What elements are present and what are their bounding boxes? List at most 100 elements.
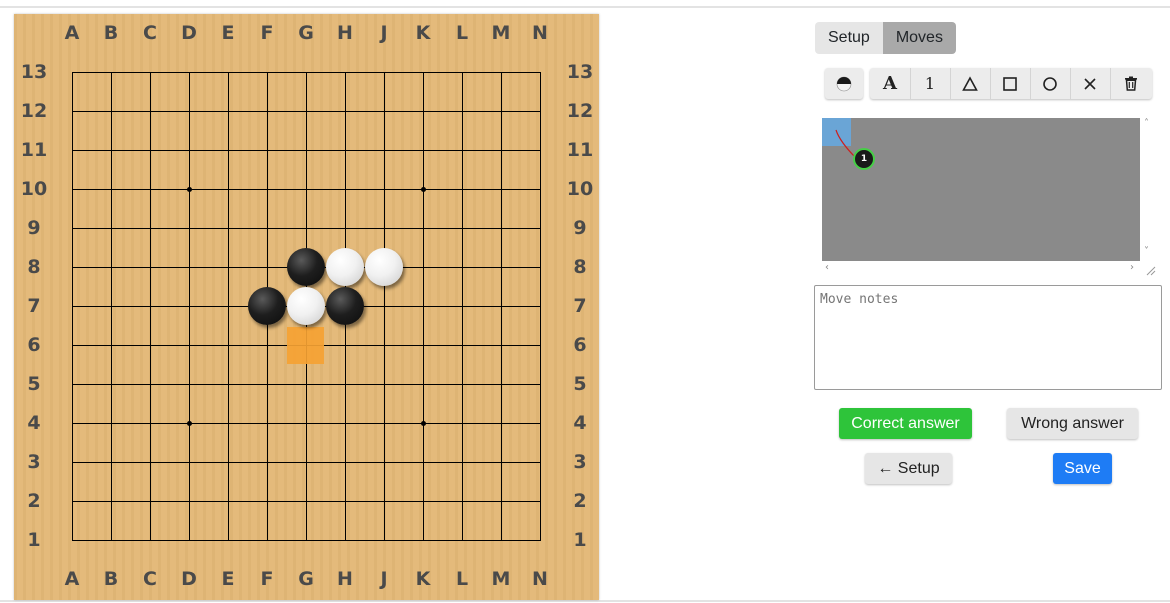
- tree-branch-line: [835, 129, 857, 159]
- black-stone[interactable]: [287, 248, 325, 286]
- column-label-top: D: [181, 22, 197, 44]
- white-stone[interactable]: [365, 248, 403, 286]
- grid-line-horizontal: [72, 384, 541, 385]
- row-label-right: 11: [566, 139, 594, 161]
- column-label-top: J: [380, 22, 388, 44]
- row-label-right: 8: [573, 256, 587, 278]
- number-label-tool[interactable]: 1: [910, 68, 950, 99]
- row-label-left: 9: [27, 217, 41, 239]
- row-label-left: 13: [20, 61, 48, 83]
- column-label-bottom: E: [221, 568, 235, 590]
- row-label-right: 9: [573, 217, 587, 239]
- row-label-right: 10: [566, 178, 594, 200]
- tab-moves[interactable]: Moves: [882, 22, 956, 54]
- column-label-top: L: [455, 22, 469, 44]
- column-label-bottom: J: [380, 568, 388, 590]
- row-label-left: 12: [20, 100, 48, 122]
- triangle-tool[interactable]: [950, 68, 990, 99]
- wrong-answer-button[interactable]: Wrong answer: [1007, 408, 1138, 439]
- column-label-top: A: [64, 22, 80, 44]
- trash-icon: [1125, 76, 1137, 91]
- row-label-left: 1: [27, 529, 41, 551]
- move-tree[interactable]: 1: [822, 118, 1140, 261]
- star-point: [187, 187, 192, 192]
- grid-line-vertical: [384, 72, 385, 541]
- grid-line-vertical: [540, 72, 541, 541]
- column-label-top: C: [143, 22, 157, 44]
- star-point: [421, 421, 426, 426]
- column-label-top: H: [337, 22, 353, 44]
- column-label-top: G: [298, 22, 314, 44]
- column-label-bottom: L: [455, 568, 469, 590]
- tree-scroll-down-icon[interactable]: ˅: [1144, 246, 1149, 257]
- column-label-bottom: C: [143, 568, 157, 590]
- delete-tool[interactable]: [1111, 68, 1151, 99]
- grid-line-horizontal: [72, 540, 541, 541]
- tab-setup[interactable]: Setup: [815, 22, 883, 54]
- circle-tool[interactable]: [1030, 68, 1070, 99]
- row-label-right: 1: [573, 529, 587, 551]
- white-stone[interactable]: [287, 287, 325, 325]
- black-stone[interactable]: [326, 287, 364, 325]
- annotation-toolbar: A 1: [870, 68, 1152, 99]
- row-label-left: 5: [27, 373, 41, 395]
- column-label-top: N: [532, 22, 548, 44]
- row-label-left: 7: [27, 295, 41, 317]
- grid-line-horizontal: [72, 501, 541, 502]
- column-label-bottom: A: [64, 568, 80, 590]
- tree-scroll-up-icon[interactable]: ˄: [1144, 118, 1149, 129]
- number-label-text: 1: [924, 74, 936, 93]
- column-label-bottom: N: [532, 568, 548, 590]
- row-label-left: 8: [27, 256, 41, 278]
- tree-move-node[interactable]: 1: [853, 148, 875, 170]
- circle-icon: [1043, 76, 1057, 91]
- row-label-right: 13: [566, 61, 594, 83]
- column-label-bottom: M: [491, 568, 511, 590]
- star-point: [421, 187, 426, 192]
- grid-line-vertical: [462, 72, 463, 541]
- white-stone[interactable]: [326, 248, 364, 286]
- tree-scroll-right-icon[interactable]: ›: [1130, 262, 1134, 273]
- move-notes-input[interactable]: [814, 285, 1162, 390]
- letter-label-tool[interactable]: A: [870, 68, 910, 99]
- row-label-right: 4: [573, 412, 587, 434]
- column-label-top: K: [415, 22, 431, 44]
- letter-label-text: A: [883, 73, 897, 94]
- top-divider: [0, 6, 1170, 8]
- star-point: [187, 421, 192, 426]
- last-move-highlight: [287, 327, 324, 364]
- row-label-left: 11: [20, 139, 48, 161]
- grid-line-horizontal: [72, 423, 541, 424]
- row-label-right: 7: [573, 295, 587, 317]
- column-label-bottom: B: [103, 568, 119, 590]
- column-label-bottom: H: [337, 568, 353, 590]
- column-label-top: M: [491, 22, 511, 44]
- column-label-bottom: K: [415, 568, 431, 590]
- square-icon: [1003, 76, 1017, 91]
- row-label-left: 10: [20, 178, 48, 200]
- resize-grip-icon[interactable]: [1144, 264, 1156, 276]
- column-label-bottom: G: [298, 568, 314, 590]
- cross-icon: [1084, 77, 1096, 90]
- stone-color-toggle-button[interactable]: [825, 68, 863, 99]
- go-board[interactable]: A A B B C C D D E E F F G G H H J J K K L L M M N N 13 13 12 12 11 11 10…: [14, 14, 599, 600]
- correct-answer-button[interactable]: Correct answer: [839, 408, 972, 439]
- row-label-right: 3: [573, 451, 587, 473]
- back-to-setup-button[interactable]: ← Setup: [865, 453, 952, 484]
- column-label-top: B: [103, 22, 119, 44]
- grid-line-vertical: [423, 72, 424, 541]
- row-label-right: 5: [573, 373, 587, 395]
- black-stone[interactable]: [248, 287, 286, 325]
- row-label-left: 4: [27, 412, 41, 434]
- grid-line-horizontal: [72, 462, 541, 463]
- save-button[interactable]: Save: [1053, 453, 1112, 484]
- bottom-divider: [0, 600, 1170, 602]
- column-label-bottom: F: [260, 568, 274, 590]
- column-label-bottom: D: [181, 568, 197, 590]
- mode-tabs: Setup Moves: [815, 22, 956, 54]
- tree-scroll-left-icon[interactable]: ‹: [825, 262, 829, 273]
- cross-tool[interactable]: [1070, 68, 1110, 99]
- row-label-right: 12: [566, 100, 594, 122]
- row-label-left: 2: [27, 490, 41, 512]
- square-tool[interactable]: [990, 68, 1030, 99]
